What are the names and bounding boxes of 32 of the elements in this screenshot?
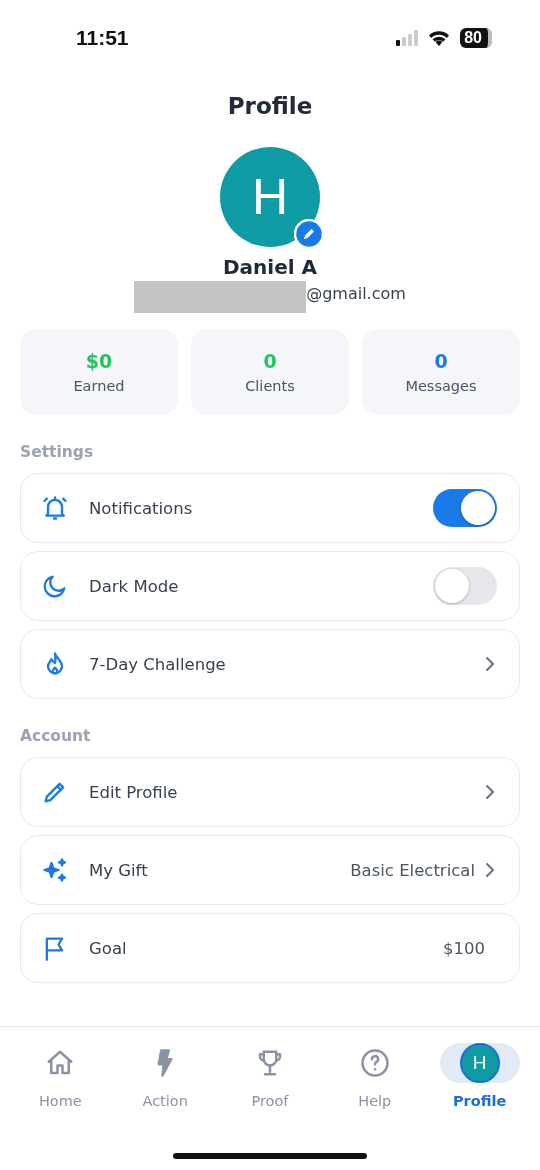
stat-label: Messages <box>405 378 477 394</box>
sparkles-icon <box>41 856 69 884</box>
settings-row[interactable]: Edit Profile <box>20 757 520 827</box>
toggle-switch[interactable] <box>433 567 497 605</box>
page-title: Profile <box>226 93 314 119</box>
settings-row[interactable]: Notifications <box>20 473 520 543</box>
wifi-icon <box>427 29 452 46</box>
settings-row[interactable]: 7-Day Challenge <box>20 629 520 699</box>
stat-value: $0 <box>85 350 113 372</box>
section-title: Account <box>20 727 92 745</box>
stat-label: Earned <box>73 378 125 394</box>
status-time: 11:51 <box>76 25 129 50</box>
stat-value: 0 <box>434 350 448 372</box>
section-title: Settings <box>20 443 95 461</box>
chevron-right-icon <box>485 784 495 800</box>
battery-level: 80 <box>460 27 492 48</box>
user-name: Daniel A <box>221 255 319 279</box>
chevron-right-icon <box>485 656 495 672</box>
user-email: @gmail.com <box>306 283 406 303</box>
nav-tab[interactable]: H Profile <box>429 1043 530 1123</box>
toggle-switch[interactable] <box>433 489 497 527</box>
settings-row[interactable]: Dark Mode <box>20 551 520 621</box>
stat-value: 0 <box>263 350 277 372</box>
settings-row[interactable]: Goal $100 <box>20 913 520 983</box>
bell-icon <box>41 494 69 522</box>
help-icon <box>359 1048 390 1078</box>
stat-label: Clients <box>245 378 295 394</box>
signal-icon <box>396 29 419 46</box>
avatar: H <box>459 1043 500 1083</box>
chevron-right-icon <box>485 862 495 878</box>
edit-badge-icon[interactable] <box>294 219 324 249</box>
settings-row[interactable]: My Gift Basic Electrical <box>20 835 520 905</box>
